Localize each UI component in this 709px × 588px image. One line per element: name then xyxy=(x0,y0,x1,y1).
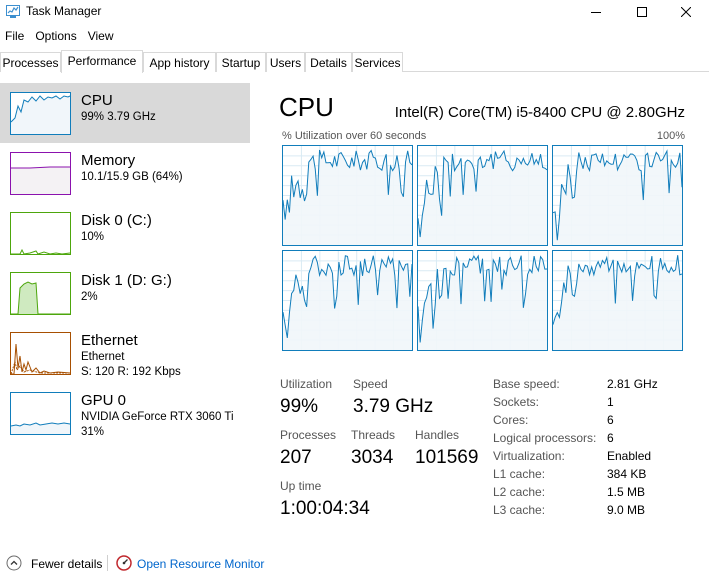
minimize-icon xyxy=(591,12,601,13)
detail-value: Enabled xyxy=(607,449,652,463)
utilization-graph-label: % Utilization over 60 seconds xyxy=(282,130,427,142)
utilization-graph-max: 100% xyxy=(656,130,685,142)
tab-performance[interactable]: Performance xyxy=(61,50,143,73)
close-button[interactable] xyxy=(663,0,709,24)
cpu-thumbnail-graph xyxy=(10,92,71,135)
sidebar-item-detail: 31% xyxy=(81,426,105,438)
disk-0-thumbnail-graph xyxy=(10,212,71,255)
cpu-model-name: Intel(R) Core(TM) i5-8400 CPU @ 2.80GHz xyxy=(394,104,685,121)
threads-label: Threads xyxy=(351,428,396,442)
performance-sidebar: CPU 99% 3.79 GHz Memory 10.1/15.9 GB (64… xyxy=(0,83,250,533)
detail-label: Base speed: xyxy=(493,377,560,391)
processes-label: Processes xyxy=(280,428,337,442)
sidebar-item-subtitle: Ethernet xyxy=(81,351,125,363)
sidebar-item-title: Memory xyxy=(81,152,136,169)
cpu-core-graphs xyxy=(282,145,685,351)
speed-value: 3.79 GHz xyxy=(353,396,434,417)
gpu-0-thumbnail-graph xyxy=(10,392,71,435)
menu-options[interactable]: Options xyxy=(30,27,82,46)
ethernet-thumbnail-graph xyxy=(10,332,71,375)
detail-value: 6 xyxy=(607,431,614,445)
sidebar-item-gpu-0[interactable]: GPU 0 NVIDIA GeForce RTX 3060 Ti 31% xyxy=(0,383,250,443)
detail-label: L1 cache: xyxy=(493,467,546,481)
tab-services[interactable]: Services xyxy=(352,52,403,72)
detail-value: 384 KB xyxy=(607,467,647,481)
utilization-value: 99% xyxy=(280,396,319,417)
detail-value: 9.0 MB xyxy=(607,503,646,517)
detail-value: 1 xyxy=(607,395,614,409)
core-graph-plot xyxy=(283,251,412,350)
fewer-details-button[interactable]: Fewer details xyxy=(31,557,102,571)
detail-value: 6 xyxy=(607,413,614,427)
core-graph-2 xyxy=(552,145,683,246)
tab-bar: Processes Performance App history Startu… xyxy=(0,50,709,73)
title-bar[interactable]: Task Manager xyxy=(0,0,709,24)
sidebar-item-subtitle: 10% xyxy=(81,231,105,243)
uptime-label: Up time xyxy=(280,479,322,493)
disk-1-thumbnail-graph xyxy=(10,272,71,315)
sidebar-item-title: GPU 0 xyxy=(81,392,127,409)
sidebar-item-subtitle: 10.1/15.9 GB (64%) xyxy=(81,171,183,183)
bottom-separator xyxy=(107,555,108,571)
resource-monitor-icon[interactable] xyxy=(116,555,132,571)
handles-value: 101569 xyxy=(415,447,479,468)
detail-label: Cores: xyxy=(493,413,529,427)
sidebar-item-disk-1[interactable]: Disk 1 (D: G:) 2% xyxy=(0,263,250,323)
chevron-up-circle-icon[interactable] xyxy=(6,555,22,571)
sidebar-item-memory[interactable]: Memory 10.1/15.9 GB (64%) xyxy=(0,143,250,203)
core-graph-plot xyxy=(418,251,547,350)
sidebar-item-title: Ethernet xyxy=(81,332,138,349)
detail-label: Sockets: xyxy=(493,395,540,409)
tab-processes[interactable]: Processes xyxy=(0,52,61,72)
sidebar-item-subtitle: NVIDIA GeForce RTX 3060 Ti xyxy=(81,411,234,423)
uptime-value: 1:00:04:34 xyxy=(280,498,370,519)
minimize-button[interactable] xyxy=(573,0,619,24)
detail-label: L3 cache: xyxy=(493,503,546,517)
sidebar-item-detail: S: 120 R: 192 Kbps xyxy=(81,366,181,378)
bottom-bar: Fewer details Open Resource Monitor xyxy=(0,548,709,578)
core-graph-0 xyxy=(282,145,413,246)
menu-bar: File Options View xyxy=(0,27,120,46)
core-graph-plot xyxy=(553,146,682,245)
utilization-label: Utilization xyxy=(280,377,333,391)
close-icon xyxy=(681,7,691,17)
sidebar-item-title: CPU xyxy=(81,92,113,109)
sidebar-item-subtitle: 2% xyxy=(81,291,98,303)
window-title: Task Manager xyxy=(26,4,102,18)
menu-file[interactable]: File xyxy=(0,27,30,46)
tab-app-history[interactable]: App history xyxy=(143,52,216,72)
core-graph-plot xyxy=(283,146,412,245)
threads-value: 3034 xyxy=(351,447,394,468)
tab-details[interactable]: Details xyxy=(305,52,352,72)
sidebar-item-title: Disk 1 (D: G:) xyxy=(81,272,172,289)
core-graph-1 xyxy=(417,145,548,246)
processes-value: 207 xyxy=(280,447,312,468)
speed-label: Speed xyxy=(353,377,388,391)
task-manager-icon xyxy=(6,5,20,18)
core-graph-3 xyxy=(282,250,413,351)
detail-value: 1.5 MB xyxy=(607,485,646,499)
core-graph-4 xyxy=(417,250,548,351)
detail-label: Logical processors: xyxy=(493,431,597,445)
sidebar-item-title: Disk 0 (C:) xyxy=(81,212,152,229)
sidebar-item-disk-0[interactable]: Disk 0 (C:) 10% xyxy=(0,203,250,263)
menu-view[interactable]: View xyxy=(83,27,120,46)
tab-startup[interactable]: Startup xyxy=(216,52,266,72)
tab-users[interactable]: Users xyxy=(266,52,305,72)
detail-label: Virtualization: xyxy=(493,449,565,463)
sidebar-item-ethernet[interactable]: Ethernet Ethernet S: 120 R: 192 Kbps xyxy=(0,323,250,383)
open-resource-monitor-link[interactable]: Open Resource Monitor xyxy=(137,557,264,571)
core-graph-5 xyxy=(552,250,683,351)
core-graph-plot xyxy=(553,251,682,350)
page-title: CPU xyxy=(279,92,334,122)
memory-thumbnail-graph xyxy=(10,152,71,195)
detail-value: 2.81 GHz xyxy=(607,377,658,391)
handles-label: Handles xyxy=(415,428,460,442)
maximize-icon xyxy=(637,7,647,17)
detail-label: L2 cache: xyxy=(493,485,546,499)
sidebar-item-subtitle: 99% 3.79 GHz xyxy=(81,111,156,123)
sidebar-item-cpu[interactable]: CPU 99% 3.79 GHz xyxy=(0,83,250,143)
maximize-button[interactable] xyxy=(619,0,665,24)
core-graph-plot xyxy=(418,146,547,245)
